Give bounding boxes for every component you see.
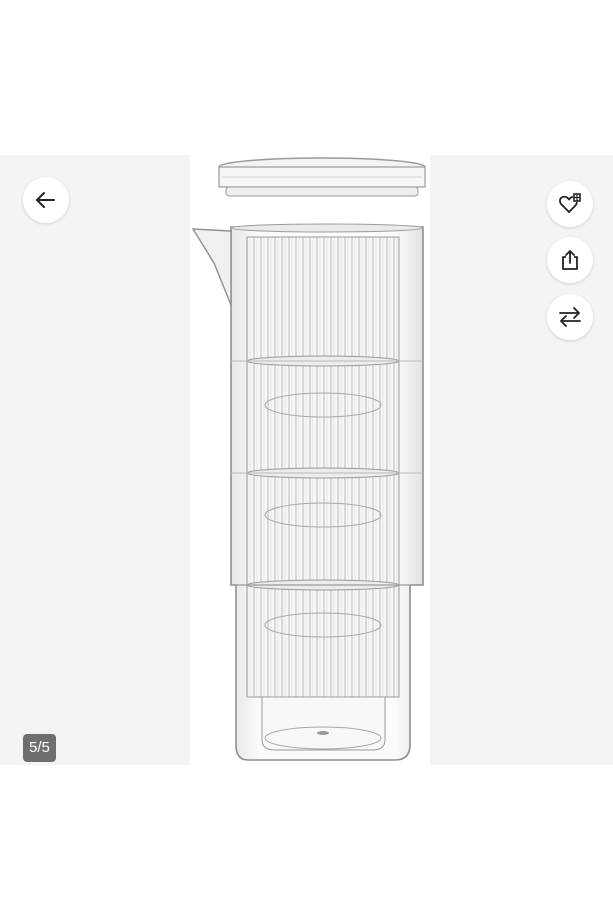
share-button[interactable]	[547, 237, 593, 283]
product-image	[190, 155, 430, 765]
back-button[interactable]	[23, 177, 69, 223]
compare-button[interactable]	[547, 294, 593, 340]
compare-arrows-icon	[559, 307, 581, 327]
share-icon	[562, 250, 578, 270]
wishlist-button[interactable]	[547, 181, 593, 227]
image-counter: 5/5	[23, 734, 56, 762]
image-gallery[interactable]: 5/5	[0, 155, 613, 765]
heart-plus-icon	[559, 193, 581, 213]
arrow-left-icon	[36, 192, 55, 208]
